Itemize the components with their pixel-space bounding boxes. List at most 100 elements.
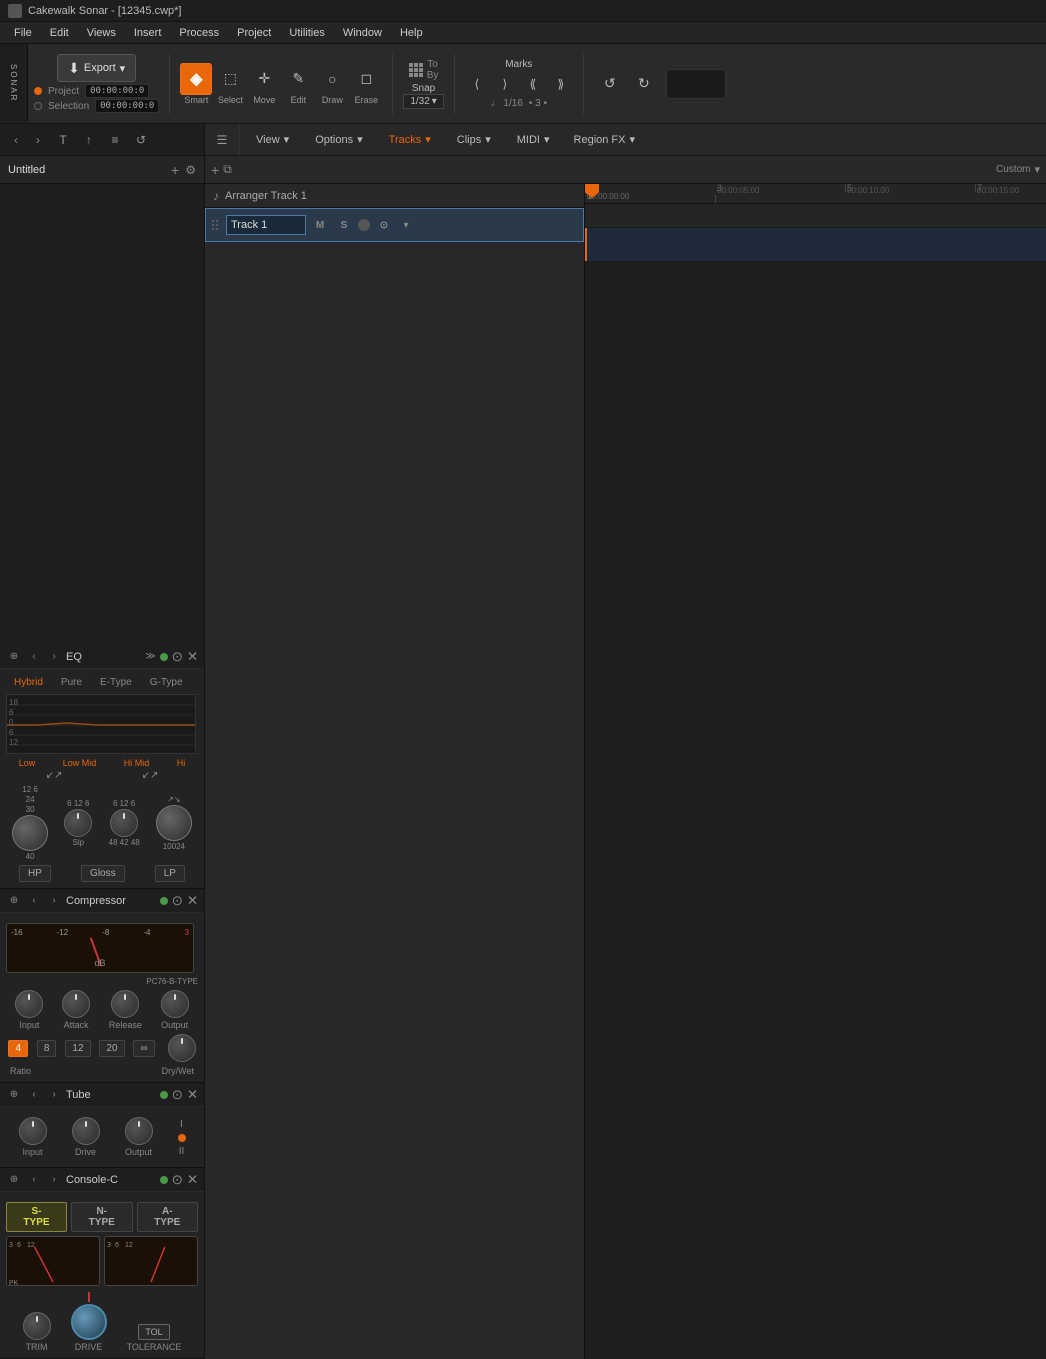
track-solo-button[interactable]: S (334, 215, 354, 235)
clips-menu-button[interactable]: Clips ▾ (447, 131, 501, 148)
eq-lp-button[interactable]: LP (155, 865, 185, 882)
console-active-dot[interactable] (160, 1176, 168, 1184)
tube-expand-button[interactable]: ⊕ (6, 1089, 22, 1100)
menu-process[interactable]: Process (171, 25, 227, 41)
redo-button[interactable]: ↻ (628, 68, 660, 100)
console-plugin-header[interactable]: ⊕ ‹ › Console-C ⊙ ✕ (0, 1168, 204, 1192)
settings-button[interactable]: ⚙ (185, 163, 196, 177)
panel-icon-3[interactable]: ≡ (104, 129, 126, 151)
eq-active-dot[interactable] (160, 653, 168, 661)
erase-tool-button[interactable]: ◻ (350, 63, 382, 95)
eq-gloss-button[interactable]: Gloss (81, 865, 125, 882)
mark-out-button[interactable]: ⟫ (549, 72, 573, 96)
comp-active-dot[interactable] (160, 897, 168, 905)
console-trim-knob[interactable] (23, 1312, 51, 1340)
mark-right-button[interactable]: ⟩ (493, 72, 517, 96)
tube-close-button[interactable]: ✕ (187, 1087, 198, 1103)
comp-ratio-8[interactable]: 8 (37, 1040, 57, 1057)
tube-nav-right[interactable]: › (46, 1087, 62, 1103)
comp-release-knob[interactable] (111, 990, 139, 1018)
options-menu-button[interactable]: Options ▾ (305, 131, 372, 148)
track-record-button[interactable] (358, 219, 370, 231)
add-track-toolbar-button[interactable]: + (211, 162, 219, 178)
eq-hp-button[interactable]: HP (19, 865, 51, 882)
move-tool-button[interactable]: ✛ (248, 63, 280, 95)
eq-nav-right[interactable]: › (46, 649, 62, 665)
mark-left-button[interactable]: ⟨ (465, 72, 489, 96)
comp-input-knob[interactable] (15, 990, 43, 1018)
tube-settings-icon[interactable]: ⊙ (172, 1087, 183, 1103)
comp-ratio-20[interactable]: 20 (99, 1040, 124, 1057)
track-name-input[interactable] (226, 215, 306, 235)
track-input-button[interactable]: ⊙ (374, 215, 394, 235)
tracks-menu-button[interactable]: Tracks ▾ (379, 131, 441, 148)
menu-edit[interactable]: Edit (42, 25, 77, 41)
snap-value[interactable]: 1/32 ▾ (403, 94, 444, 109)
comp-ratio-12[interactable]: 12 (65, 1040, 90, 1057)
smart-tool-button[interactable]: ◈ (180, 63, 212, 95)
console-close-button[interactable]: ✕ (187, 1172, 198, 1188)
eq-tab-etype[interactable]: E-Type (92, 675, 140, 690)
edit-tool-button[interactable]: ✎ (282, 63, 314, 95)
menu-window[interactable]: Window (335, 25, 390, 41)
console-expand-button[interactable]: ⊕ (6, 1174, 22, 1185)
midi-menu-button[interactable]: MIDI ▾ (507, 131, 560, 148)
eq-hi-knob[interactable] (156, 805, 192, 841)
eq-tab-gtype[interactable]: G-Type (142, 675, 191, 690)
console-stype-button[interactable]: S-TYPE (6, 1202, 67, 1232)
menu-project[interactable]: Project (229, 25, 279, 41)
track-expand-button[interactable]: ▾ (398, 217, 414, 233)
comp-plugin-header[interactable]: ⊕ ‹ › Compressor ⊙ ✕ (0, 889, 204, 913)
eq-settings-icon[interactable]: ⊙ (172, 649, 183, 665)
tube-input-knob[interactable] (19, 1117, 47, 1145)
view-menu-button[interactable]: View ▾ (246, 131, 299, 148)
sidebar-toggle-button[interactable]: ☰ (211, 129, 233, 151)
select-tool-button[interactable]: ⬚ (214, 63, 246, 95)
eq-close-button[interactable]: ✕ (187, 649, 198, 665)
eq-expand-button[interactable]: ⊕ (6, 651, 22, 662)
track-timeline-lane[interactable] (585, 228, 1046, 262)
console-tolerance-button[interactable]: TOL (138, 1324, 169, 1340)
export-button[interactable]: ⬇ Export ▾ (57, 54, 136, 82)
tube-nav-left[interactable]: ‹ (26, 1087, 42, 1103)
menu-file[interactable]: File (6, 25, 40, 41)
tube-plugin-header[interactable]: ⊕ ‹ › Tube ⊙ ✕ (0, 1083, 204, 1107)
eq-low-knob[interactable] (12, 815, 48, 851)
tube-output-knob[interactable] (125, 1117, 153, 1145)
menu-utilities[interactable]: Utilities (281, 25, 332, 41)
draw-tool-button[interactable]: ○ (316, 63, 348, 95)
panel-icon-2[interactable]: ↑ (78, 129, 100, 151)
comp-expand-button[interactable]: ⊕ (6, 895, 22, 906)
undo-button[interactable]: ↺ (594, 68, 626, 100)
eq-himid-knob[interactable] (110, 809, 138, 837)
comp-output-knob[interactable] (161, 990, 189, 1018)
arranger-timeline-lane[interactable] (585, 204, 1046, 228)
mark-in-button[interactable]: ⟪ (521, 72, 545, 96)
panel-icon-1[interactable]: T (52, 129, 74, 151)
timeline-area[interactable]: 1 00:00:00:00 3 00:00:05:00 5 (585, 184, 1046, 1359)
panel-nav-left[interactable]: ‹ (8, 132, 24, 148)
menu-help[interactable]: Help (392, 25, 431, 41)
console-settings-icon[interactable]: ⊙ (172, 1172, 183, 1188)
comp-attack-knob[interactable] (62, 990, 90, 1018)
panel-icon-4[interactable]: ↺ (130, 129, 152, 151)
eq-tab-pure[interactable]: Pure (53, 675, 90, 690)
comp-ratio-4[interactable]: 4 (8, 1040, 28, 1057)
eq-lowmid-knob[interactable] (64, 809, 92, 837)
tube-drive-knob[interactable] (72, 1117, 100, 1145)
console-nav-right[interactable]: › (46, 1172, 62, 1188)
comp-ratio-inf[interactable]: ∞ (133, 1040, 154, 1057)
comp-nav-left[interactable]: ‹ (26, 893, 42, 909)
comp-close-button[interactable]: ✕ (187, 893, 198, 909)
console-drive-knob[interactable] (71, 1304, 107, 1340)
tube-active-dot[interactable] (160, 1091, 168, 1099)
region-fx-menu-button[interactable]: Region FX ▾ (566, 131, 644, 148)
comp-nav-right[interactable]: › (46, 893, 62, 909)
add-track-button[interactable]: + (171, 162, 179, 178)
comp-drywet-knob[interactable] (168, 1034, 196, 1062)
duplicate-track-button[interactable]: ⧉ (223, 162, 232, 177)
eq-plugin-header[interactable]: ⊕ ‹ › EQ ≫ ⊙ ✕ (0, 645, 204, 669)
track-mute-button[interactable]: M (310, 215, 330, 235)
eq-tab-hybrid[interactable]: Hybrid (6, 675, 51, 690)
console-nav-left[interactable]: ‹ (26, 1172, 42, 1188)
